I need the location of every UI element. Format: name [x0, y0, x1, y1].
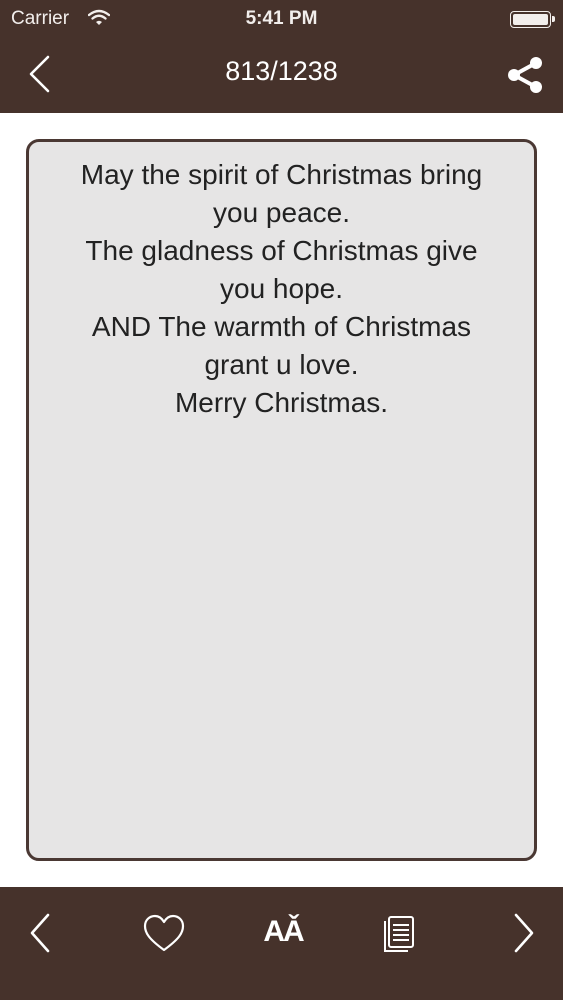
page-counter-title: 813/1238	[225, 56, 338, 86]
bottom-toolbar: AǍ	[0, 887, 563, 1000]
message-line: grant u love.	[204, 349, 359, 380]
font-size-icon: AǍ	[263, 915, 304, 948]
message-line: AND The warmth of Christmas	[91, 311, 472, 342]
favorite-button[interactable]	[139, 911, 189, 955]
copy-button[interactable]	[374, 911, 424, 955]
share-button[interactable]	[505, 55, 545, 95]
message-line: May the spirit of Christmas bring	[80, 159, 483, 190]
next-message-button[interactable]	[500, 911, 550, 955]
message-text: May the spirit of Christmas bring you pe…	[45, 156, 518, 422]
message-line: Merry Christmas.	[174, 387, 389, 418]
app-screen: Carrier 5:41 PM 813/1238 May the spirit …	[0, 0, 563, 1000]
status-time: 5:41 PM	[245, 8, 318, 29]
message-line: you peace.	[213, 197, 350, 228]
previous-message-button[interactable]	[20, 911, 70, 955]
status-bar: Carrier 5:41 PM	[0, 0, 563, 36]
battery-icon	[510, 11, 555, 28]
message-card: May the spirit of Christmas bring you pe…	[26, 139, 537, 861]
message-line: The gladness of Christmas give	[85, 235, 478, 266]
message-line: you hope.	[220, 273, 343, 304]
top-bar: Carrier 5:41 PM 813/1238	[0, 0, 563, 113]
font-size-button[interactable]: AǍ	[258, 911, 308, 955]
